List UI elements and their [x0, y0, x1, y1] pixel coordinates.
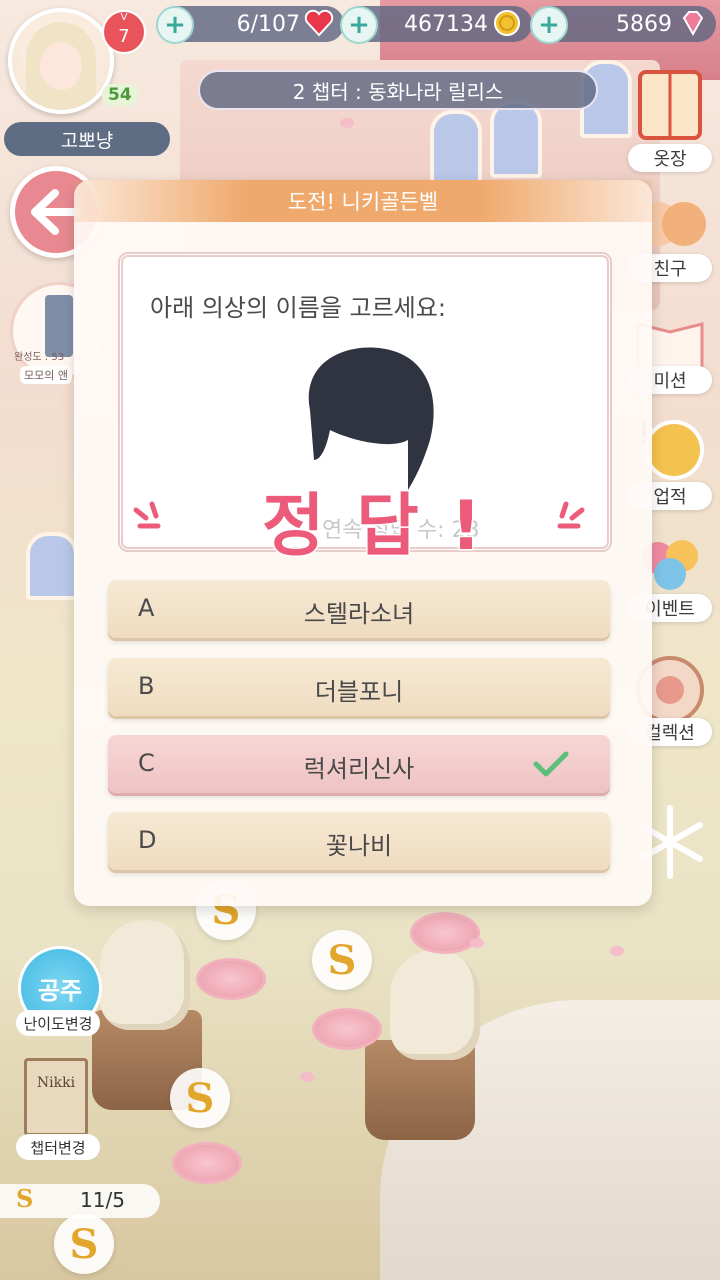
player-name[interactable]: 고뽀냥	[4, 122, 170, 156]
gold-value: 467134	[404, 11, 488, 37]
answer-option-b[interactable]: B 더블포니	[108, 658, 610, 716]
house-window	[430, 110, 482, 188]
question-text: 아래 의상의 이름을 고르세요:	[150, 294, 446, 322]
option-text: 더블포니	[314, 678, 404, 706]
vip-badge[interactable]: V7	[102, 10, 146, 54]
stage-progress: S 11/5	[0, 1184, 160, 1218]
checkmark-icon	[533, 751, 569, 777]
diamond-value: 5869	[616, 11, 672, 37]
sparkle-icon	[133, 501, 161, 529]
correct-answer-banner: 정 답 !	[260, 486, 486, 568]
stage-node[interactable]	[312, 1008, 382, 1050]
side-label-wardrobe[interactable]: 옷장	[628, 144, 712, 172]
option-text: 꽃나비	[325, 832, 393, 860]
chapter-change-label[interactable]: 챕터변경	[16, 1134, 100, 1160]
gold-coin-icon	[494, 10, 520, 36]
petal-decoration	[470, 938, 484, 948]
house-window	[26, 532, 78, 600]
quiz-banner: 도전! 니키골든벨	[74, 180, 652, 222]
option-text: 스텔라소녀	[303, 600, 415, 628]
stage-s-icon[interactable]: S	[170, 1068, 230, 1128]
hearts-value: 6/107	[236, 11, 300, 37]
heart-icon	[304, 9, 334, 37]
petal-decoration	[340, 118, 354, 128]
petal-decoration	[610, 946, 624, 956]
stage-s-icon[interactable]: S	[54, 1214, 114, 1274]
petal-decoration	[300, 1072, 314, 1082]
progress-value: 11/5	[80, 1188, 125, 1212]
vip-prefix: V	[120, 12, 128, 23]
answer-option-a[interactable]: A 스텔라소녀	[108, 580, 610, 638]
book-title: Nikki	[36, 1075, 76, 1091]
player-level: 54	[102, 84, 138, 106]
stage-node[interactable]	[410, 912, 480, 954]
add-hearts-button[interactable]: +	[156, 6, 194, 44]
vip-level: 7	[118, 25, 130, 47]
wardrobe-icon[interactable]	[628, 64, 712, 148]
diamond-icon	[682, 11, 704, 37]
s-rank-icon: S	[16, 1184, 34, 1213]
add-gold-button[interactable]: +	[340, 6, 378, 44]
stage-node[interactable]	[172, 1142, 242, 1184]
house-window	[490, 100, 542, 178]
outfit-completion: 완성도 : 53	[14, 352, 65, 363]
sparkle-icon	[557, 501, 585, 529]
squirrel-statue	[390, 950, 480, 1060]
player-avatar[interactable]	[8, 8, 114, 114]
chapter-title: 2 챕터 : 동화나라 릴리스	[198, 70, 598, 110]
difficulty-change-label[interactable]: 난이도변경	[16, 1010, 100, 1036]
add-diamonds-button[interactable]: +	[530, 6, 568, 44]
stage-s-icon[interactable]: S	[312, 930, 372, 990]
answer-option-c[interactable]: C 럭셔리신사	[108, 735, 610, 793]
outfit-name: 모모의 앤	[20, 366, 72, 384]
stage-node[interactable]	[196, 958, 266, 1000]
avatar-face	[40, 42, 82, 90]
squirrel-statue	[100, 920, 190, 1030]
answer-option-d[interactable]: D 꽃나비	[108, 812, 610, 870]
chapter-book-icon[interactable]: Nikki	[24, 1058, 88, 1136]
